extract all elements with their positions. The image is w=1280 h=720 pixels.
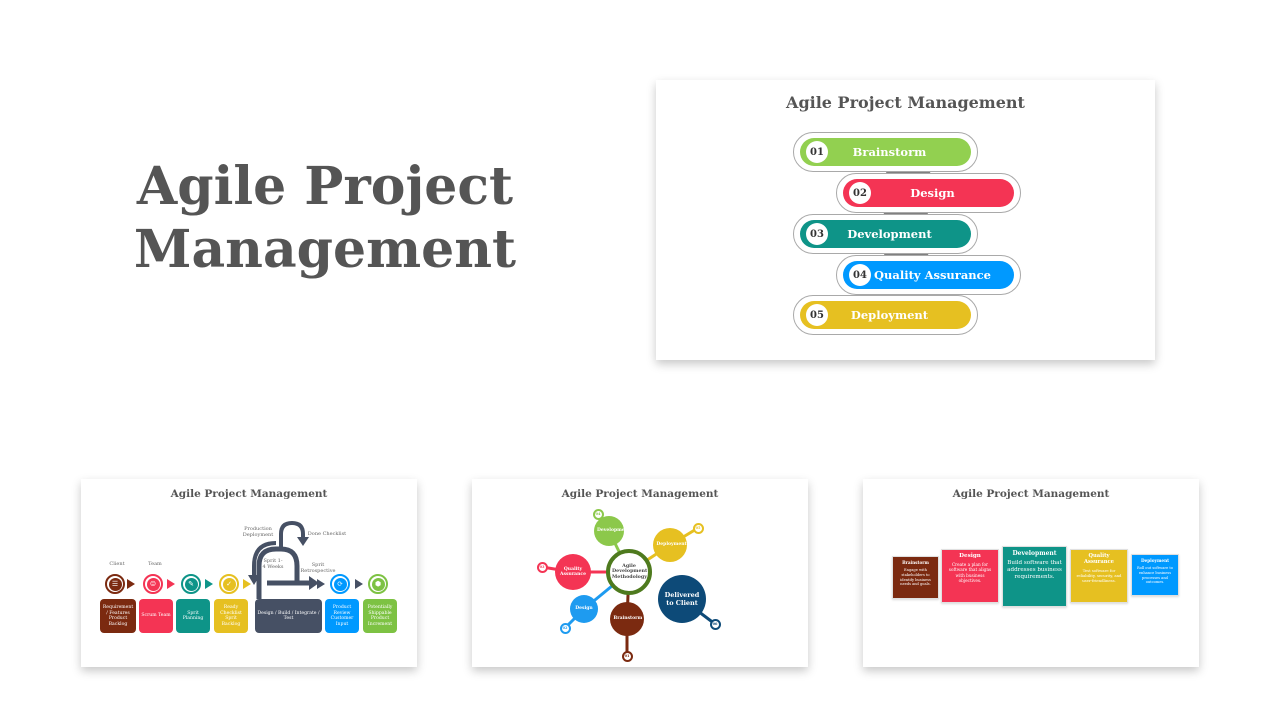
hero-title: Agile Project Management — [130, 155, 520, 281]
phase-card: Development Build software that addresse… — [1002, 546, 1067, 607]
node-label: Design — [575, 606, 593, 612]
node-number: 01 — [624, 654, 630, 658]
node-number-badge: 02 — [559, 622, 571, 634]
node-label: Development — [597, 528, 631, 534]
step-pill-4: 04 Quality Assurance — [836, 255, 1021, 295]
thumbnail-methodology-bubbles[interactable]: Agile Project Management Brainstorm 01 Des… — [472, 479, 808, 667]
card-description: Build software that addresses business r… — [1007, 560, 1062, 580]
node-bubble: Quality Assurance — [555, 554, 591, 590]
step-pill-fill: 05 Deployment — [800, 301, 971, 329]
process-box: Sprit Planning — [176, 599, 210, 633]
card-description: Test software for reliability, security,… — [1076, 568, 1122, 583]
hero-title-line-1: Agile Project — [136, 156, 514, 217]
process-box: Requirement / Features Product Backlog — [100, 599, 136, 633]
node-label: Deployment — [656, 542, 687, 548]
step-pill-fill: 04 Quality Assurance — [843, 261, 1014, 289]
card-title: Development — [1012, 550, 1057, 557]
step-pill-fill: 01 Brainstorm — [800, 138, 971, 166]
node-number: 06 — [712, 622, 718, 626]
flow-arrow-icon — [243, 579, 251, 589]
checklist-icon: ✓ — [219, 574, 239, 594]
process-box: Ready Checklist Sprit Backlog — [214, 599, 248, 633]
process-box-label: Potentially Shippable Product Increment — [367, 605, 393, 627]
step-label: Quality Assurance — [874, 268, 991, 282]
node-bubble: Deployment — [653, 528, 687, 562]
slide-title: Agile Project Management — [952, 488, 1110, 500]
node-label: Delivered to Client — [664, 591, 700, 607]
team-icon: ☺ — [143, 574, 163, 594]
process-box-label: Design / Build / Integrate / Test — [257, 610, 320, 622]
flow-arrow-icon — [205, 579, 213, 589]
flow-arrow-icon — [355, 579, 363, 589]
step-pill-5: 05 Deployment — [793, 295, 978, 335]
node-number-badge: 05 — [692, 522, 704, 534]
planning-icon: ✎ — [181, 574, 201, 594]
process-box-label: Scrum Team — [141, 613, 171, 619]
step-pill-3: 03 Development — [793, 214, 978, 254]
node-number-badge: 04 — [592, 508, 604, 520]
thumbnail-process-flow[interactable]: Agile Project Management Client Team Pro… — [81, 479, 417, 667]
process-box-label: Ready Checklist Sprit Backlog — [220, 605, 242, 627]
step-pill-fill: 03 Development — [800, 220, 971, 248]
card-title: Brainstorm — [902, 560, 929, 565]
process-box: Scrum Team — [139, 599, 173, 633]
node-number: 02 — [562, 626, 568, 630]
sprint-loop-arrows — [248, 520, 319, 599]
main-slide-preview[interactable]: Agile Project Management 01 Brainstorm 0… — [656, 80, 1155, 360]
node-number-badge: 06 — [709, 618, 721, 630]
step-number: 03 — [806, 223, 828, 245]
node-bubble: Brainstorm — [610, 602, 644, 636]
node-bubble: Delivered to Client — [658, 575, 706, 623]
node-bubble: Design — [570, 595, 598, 623]
slide-title: Agile Project Management — [786, 93, 1025, 112]
step-number: 04 — [849, 264, 871, 286]
node-number-badge: 03 — [536, 561, 548, 573]
phase-card: Design Create a plan for software that a… — [941, 549, 999, 603]
process-box-label: Sprit Planning — [182, 610, 204, 622]
flow-arrow-icon — [317, 579, 325, 589]
step-label: Development — [847, 227, 932, 241]
process-box: Product Review Customer Input — [325, 599, 359, 633]
thumbnail-cards[interactable]: Agile Project Management Brainstorm Enga… — [863, 479, 1199, 667]
node-number-badge: 01 — [621, 650, 633, 662]
phase-card: Brainstorm Engage with stakeholders to i… — [892, 556, 939, 599]
process-box: Design / Build / Integrate / Test — [255, 599, 322, 633]
step-number: 01 — [806, 141, 828, 163]
phase-card: Quality Assurance Test software for reli… — [1070, 549, 1128, 603]
review-icon: ⟳ — [330, 574, 350, 594]
card-title: Deployment — [1140, 558, 1170, 563]
step-pill-1: 01 Brainstorm — [793, 132, 978, 172]
node-number: 03 — [539, 565, 545, 569]
step-label: Brainstorm — [852, 145, 927, 159]
node-number: 04 — [595, 512, 601, 516]
flow-arrow-icon — [167, 579, 175, 589]
flow-arrow-icon — [127, 579, 135, 589]
step-number: 02 — [849, 182, 871, 204]
phase-card: Deployment Roll out software to enhance … — [1131, 554, 1179, 596]
card-description: Engage with stakeholders to identify bus… — [900, 568, 931, 587]
hero-title-line-2: Management — [133, 219, 517, 280]
step-label: Deployment — [850, 308, 929, 322]
clipboard-icon: ☰ — [105, 574, 125, 594]
step-number: 05 — [806, 304, 828, 326]
card-title: Design — [959, 553, 981, 559]
step-pill-2: 02 Design — [836, 173, 1021, 213]
step-pill-fill: 02 Design — [843, 179, 1014, 207]
process-box-label: Requirement / Features Product Backlog — [102, 605, 134, 627]
node-bubble: Development — [594, 516, 631, 546]
process-box: Potentially Shippable Product Increment — [363, 599, 397, 633]
node-label: Brainstorm — [613, 616, 643, 622]
step-label: Design — [910, 186, 955, 200]
node-number: 05 — [695, 526, 701, 530]
center-methodology-circle: Agile Development Methodology — [606, 549, 652, 595]
center-label: Agile Development Methodology — [612, 562, 648, 580]
process-box-label: Product Review Customer Input — [330, 605, 354, 627]
card-description: Create a plan for software that aligns w… — [948, 562, 992, 584]
product-icon: ⬢ — [368, 574, 388, 594]
node-label: Quality Assurance — [559, 566, 586, 578]
card-description: Roll out software to enhance business pr… — [1137, 566, 1173, 585]
card-title: Quality Assurance — [1084, 553, 1114, 565]
